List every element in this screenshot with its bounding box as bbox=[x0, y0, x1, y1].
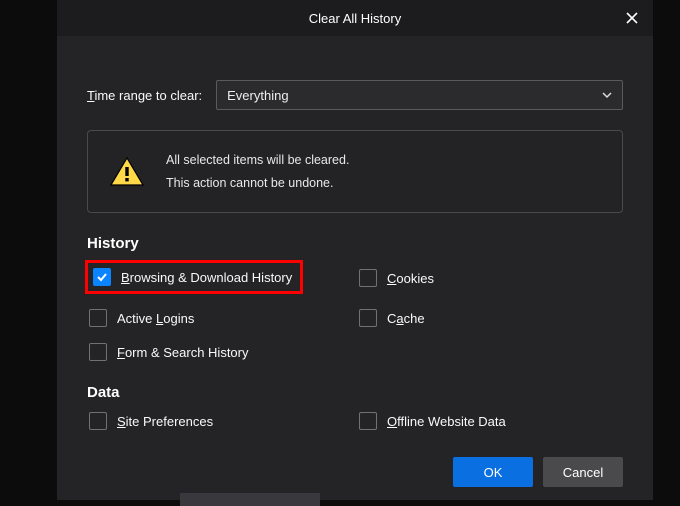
chevron-down-icon bbox=[602, 90, 612, 100]
checkbox-cache[interactable] bbox=[359, 309, 377, 327]
checkbox-browsing[interactable] bbox=[93, 268, 111, 286]
option-label: Offline Website Data bbox=[387, 414, 506, 429]
checkbox-logins[interactable] bbox=[89, 309, 107, 327]
option-label: Active Logins bbox=[117, 311, 194, 326]
warning-panel: All selected items will be cleared. This… bbox=[87, 130, 623, 213]
time-range-label: Time range to clear: bbox=[87, 88, 202, 103]
option-browsing-download-history[interactable]: Browsing & Download History bbox=[93, 268, 292, 286]
close-button[interactable] bbox=[611, 0, 653, 36]
option-site-preferences[interactable]: Site Preferences bbox=[89, 411, 353, 431]
close-icon bbox=[626, 12, 638, 24]
ok-button[interactable]: OK bbox=[453, 457, 533, 487]
background-stub bbox=[180, 493, 320, 506]
option-cache[interactable]: Cache bbox=[359, 308, 623, 328]
titlebar: Clear All History bbox=[57, 0, 653, 36]
history-heading: History bbox=[87, 235, 623, 252]
option-offline-website-data[interactable]: Offline Website Data bbox=[359, 411, 623, 431]
time-range-select[interactable]: Everything bbox=[216, 80, 623, 110]
history-options: Browsing & Download History Cookies Acti… bbox=[87, 262, 623, 362]
checkbox-offline[interactable] bbox=[359, 412, 377, 430]
checkbox-form[interactable] bbox=[89, 343, 107, 361]
data-options: Site Preferences Offline Website Data bbox=[87, 411, 623, 431]
checkbox-siteprefs[interactable] bbox=[89, 412, 107, 430]
option-label: Form & Search History bbox=[117, 345, 249, 360]
warning-text: All selected items will be cleared. This… bbox=[166, 149, 349, 194]
time-range-value: Everything bbox=[227, 88, 288, 103]
checkbox-cookies[interactable] bbox=[359, 269, 377, 287]
option-form-search-history[interactable]: Form & Search History bbox=[89, 342, 353, 362]
option-cookies[interactable]: Cookies bbox=[359, 262, 623, 294]
time-range-row: Time range to clear: Everything bbox=[87, 80, 623, 110]
option-active-logins[interactable]: Active Logins bbox=[89, 308, 353, 328]
dialog-content: Time range to clear: Everything All sele… bbox=[57, 36, 653, 487]
option-label: Browsing & Download History bbox=[121, 270, 292, 285]
check-icon bbox=[96, 271, 108, 283]
option-label: Site Preferences bbox=[117, 414, 213, 429]
option-label: Cookies bbox=[387, 271, 434, 286]
cancel-button[interactable]: Cancel bbox=[543, 457, 623, 487]
button-row: OK Cancel bbox=[87, 457, 623, 487]
option-label: Cache bbox=[387, 311, 425, 326]
dialog-title: Clear All History bbox=[57, 11, 653, 26]
data-heading: Data bbox=[87, 384, 623, 401]
warning-icon bbox=[110, 157, 144, 187]
highlight-annotation: Browsing & Download History bbox=[85, 260, 303, 294]
clear-history-dialog: Clear All History Time range to clear: E… bbox=[57, 0, 653, 500]
